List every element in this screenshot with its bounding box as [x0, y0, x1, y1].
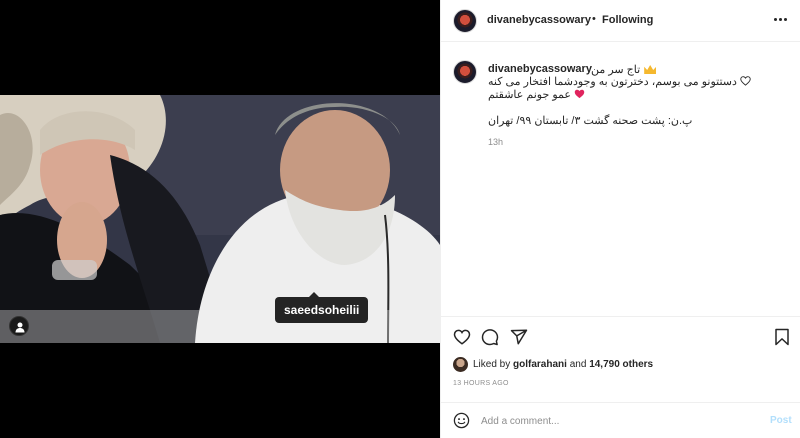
post-photo[interactable] — [0, 95, 440, 343]
likes-prefix: Liked by — [473, 359, 511, 370]
post-media: saeedsoheilii — [0, 0, 440, 438]
user-tag-button[interactable] — [9, 316, 29, 336]
comment-bar: Post — [441, 402, 800, 438]
tagged-user-bubble[interactable]: saeedsoheilii — [275, 292, 369, 323]
emoji-icon[interactable] — [453, 412, 470, 429]
caption-line-3-text: عمو جونم عاشقتم — [488, 89, 571, 101]
header-separator: • — [592, 13, 596, 25]
post-caption: divanebycassowary تاج سر من دستتونو می ب… — [441, 43, 800, 315]
more-icon[interactable] — [774, 17, 788, 23]
post-comment-button[interactable]: Post — [770, 415, 792, 426]
post-timestamp[interactable]: 13 HOURS AGO — [453, 380, 509, 387]
heart-icon[interactable] — [453, 328, 471, 346]
crown-emoji — [644, 65, 657, 74]
caption-line-2: دستتونو می بوسم، دخترتون به وجودشما افتخ… — [488, 75, 751, 88]
caption-line-3: عمو جونم عاشقتم — [488, 88, 585, 101]
white-heart-emoji — [740, 76, 751, 86]
bookmark-icon[interactable] — [773, 328, 791, 346]
user-tag-icon — [15, 322, 25, 333]
photo-illustration — [0, 95, 440, 343]
caption-line-4: پ.ن: پشت صحنه گشت ۳/ تابستان ۹۹/ تهران — [488, 115, 693, 127]
follow-status-button[interactable]: Following — [602, 14, 653, 26]
red-heart-emoji — [574, 89, 585, 99]
post-header: divanebycassowary • Following — [441, 0, 800, 42]
caption-avatar[interactable] — [453, 60, 477, 84]
author-username[interactable]: divanebycassowary — [487, 14, 591, 26]
caption-time: 13h — [488, 137, 504, 147]
comment-icon[interactable] — [481, 328, 499, 346]
share-icon[interactable] — [510, 328, 528, 346]
liker-avatar — [453, 357, 468, 372]
author-avatar[interactable] — [453, 9, 477, 33]
caption-line-2-text: دستتونو می بوسم، دخترتون به وجودشما افتخ… — [488, 76, 737, 88]
tagged-username: saeedsoheilii — [284, 303, 360, 317]
likes-others-count[interactable]: 14,790 others — [589, 359, 653, 370]
post-side-panel: divanebycassowary • Following divanebyca… — [440, 0, 800, 438]
liker-username[interactable]: golfarahani — [513, 359, 567, 370]
likes-text: Liked by golfarahani and 14,790 others — [473, 359, 653, 370]
caption-username[interactable]: divanebycassowary — [488, 63, 592, 75]
comment-input[interactable] — [481, 412, 751, 430]
post-actions-bar — [441, 316, 800, 356]
likes-conjunction: and — [569, 359, 587, 370]
